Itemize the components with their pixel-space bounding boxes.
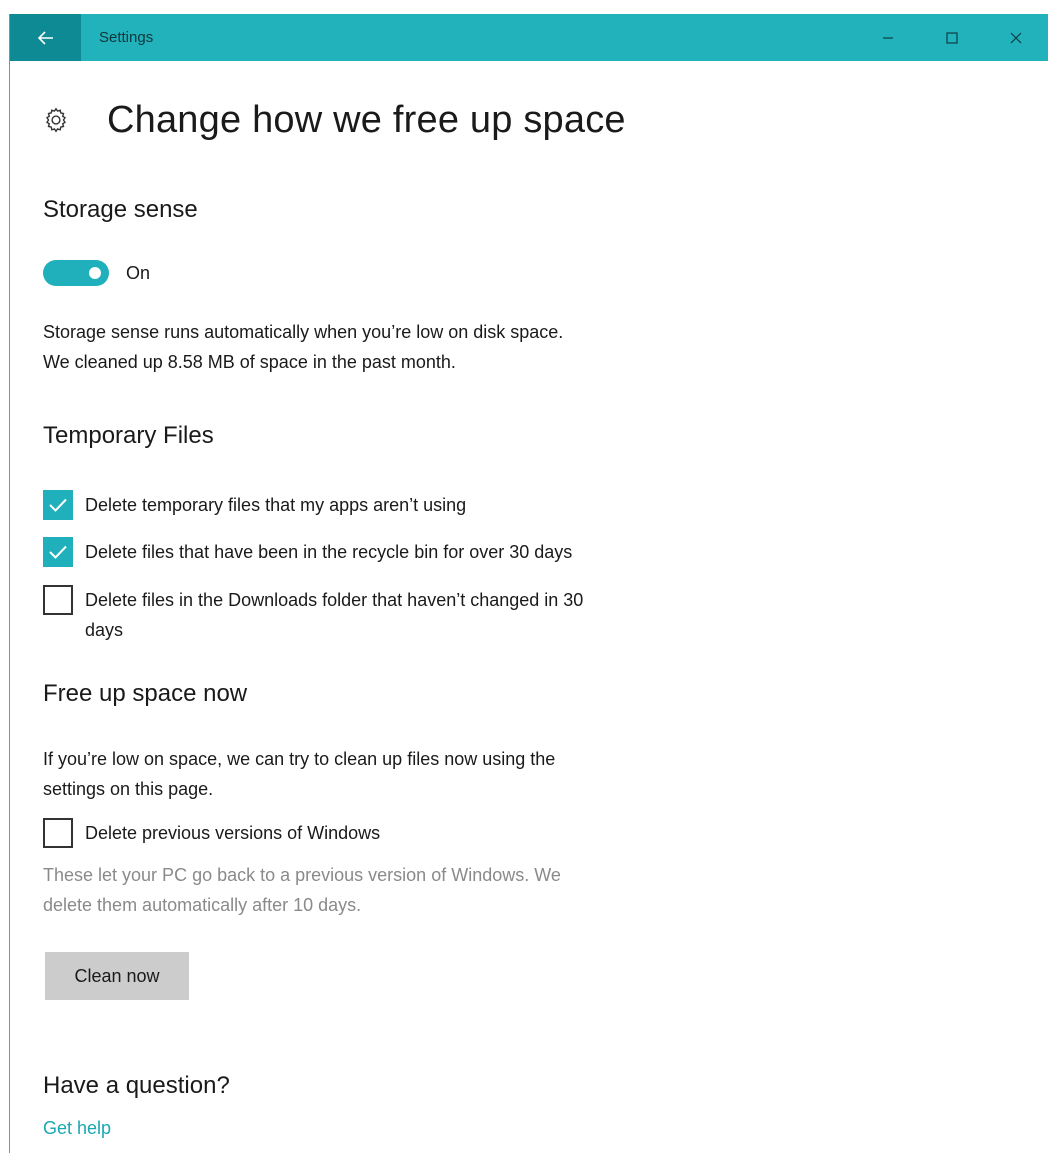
clean-now-button[interactable]: Clean now xyxy=(45,952,189,1000)
storage-sense-description-line1: Storage sense runs automatically when yo… xyxy=(43,322,564,342)
storage-sense-toggle-label: On xyxy=(126,262,151,283)
title-bar: Settings xyxy=(10,14,1048,61)
back-arrow-icon xyxy=(37,30,53,45)
delete-recycle-bin-checkbox[interactable] xyxy=(43,537,73,567)
page-header: Change how we free up space xyxy=(43,92,626,148)
previous-windows-note-line1: These let your PC go back to a previous … xyxy=(43,865,561,885)
back-button[interactable] xyxy=(10,14,81,61)
storage-sense-description: Storage sense runs automatically when yo… xyxy=(43,317,563,377)
delete-downloads-label-line1: Delete files in the Downloads folder tha… xyxy=(85,590,584,610)
delete-downloads-checkbox[interactable] xyxy=(43,585,73,615)
delete-temp-files-checkbox[interactable] xyxy=(43,490,73,520)
delete-previous-windows-checkbox[interactable] xyxy=(43,818,73,848)
checkmark-icon xyxy=(49,498,67,512)
temporary-files-heading: Temporary Files xyxy=(43,422,214,449)
delete-recycle-bin-label: Delete files that have been in the recyc… xyxy=(85,542,573,562)
close-icon xyxy=(1010,32,1022,43)
delete-previous-windows-label: Delete previous versions of Windows xyxy=(85,823,381,843)
toggle-knob xyxy=(89,267,101,279)
gear-icon xyxy=(46,107,66,133)
storage-sense-toggle[interactable] xyxy=(43,260,109,286)
maximize-button[interactable] xyxy=(920,14,984,61)
option-delete-downloads[interactable]: Delete files in the Downloads folder tha… xyxy=(43,585,583,645)
free-up-description: If you’re low on space, we can try to cl… xyxy=(43,744,555,804)
maximize-icon xyxy=(946,31,958,44)
minimize-button[interactable] xyxy=(856,14,920,61)
option-delete-temp-files[interactable]: Delete temporary files that my apps aren… xyxy=(43,490,466,520)
settings-window: Settings Change how we free up space Sto… xyxy=(9,14,1048,1153)
checkmark-icon xyxy=(49,545,67,559)
free-up-description-line2: settings on this page. xyxy=(43,779,214,799)
delete-downloads-label: Delete files in the Downloads folder tha… xyxy=(85,585,583,645)
previous-windows-note-line2: delete them automatically after 10 days. xyxy=(43,895,362,915)
option-delete-recycle-bin[interactable]: Delete files that have been in the recyc… xyxy=(43,537,572,567)
previous-windows-note: These let your PC go back to a previous … xyxy=(43,860,561,920)
help-heading: Have a question? xyxy=(43,1072,230,1099)
get-help-link[interactable]: Get help xyxy=(43,1118,111,1139)
app-title: Settings xyxy=(99,29,154,46)
free-up-space-heading: Free up space now xyxy=(43,680,248,707)
page-title: Change how we free up space xyxy=(107,98,626,141)
storage-sense-heading: Storage sense xyxy=(43,196,198,223)
storage-sense-toggle-row: On xyxy=(43,260,150,286)
delete-temp-files-label: Delete temporary files that my apps aren… xyxy=(85,495,467,515)
delete-downloads-label-line2: days xyxy=(85,620,124,640)
window-controls xyxy=(856,14,1048,61)
storage-sense-description-line2: We cleaned up 8.58 MB of space in the pa… xyxy=(43,352,456,372)
option-delete-previous-windows[interactable]: Delete previous versions of Windows xyxy=(43,818,380,848)
minimize-icon xyxy=(883,36,893,39)
free-up-description-line1: If you’re low on space, we can try to cl… xyxy=(43,749,556,769)
close-button[interactable] xyxy=(984,14,1048,61)
